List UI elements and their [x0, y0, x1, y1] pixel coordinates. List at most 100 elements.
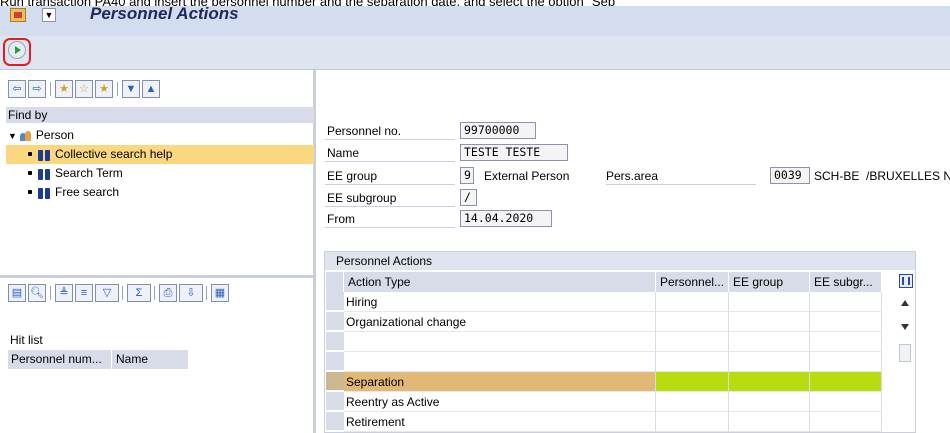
expand-icon[interactable]: ▼	[122, 80, 140, 98]
expand-triangle-icon[interactable]: ▼	[8, 131, 17, 141]
row-selector[interactable]	[326, 352, 344, 371]
pers-area-text: SCH-BE /BRUXELLES NOH	[814, 169, 950, 183]
personnel-no-label: Personnel no.	[325, 122, 455, 140]
bullet	[28, 189, 32, 194]
row-selector[interactable]	[326, 292, 344, 311]
bullet	[28, 170, 32, 175]
table-cell	[656, 352, 729, 372]
table-scrollbar[interactable]	[897, 292, 913, 432]
add-favorite-icon[interactable]: ★	[55, 80, 73, 98]
binoculars-icon	[38, 168, 51, 180]
name-label: Name	[325, 144, 455, 162]
column-header-name[interactable]: Name	[112, 350, 188, 369]
row-selector-selected[interactable]	[326, 372, 344, 391]
column-settings-icon[interactable]	[899, 274, 913, 288]
table-cell	[656, 332, 729, 352]
hit-list-label: Hit list	[10, 333, 43, 347]
filter-icon[interactable]: ▽	[95, 284, 119, 302]
table-cell	[729, 292, 810, 312]
personnel-no-field[interactable]: 99700000	[460, 122, 536, 139]
table-row-action[interactable]: Retirement	[344, 412, 656, 432]
print-icon[interactable]: ⎙	[159, 284, 177, 302]
table-row-action[interactable]: Hiring	[344, 292, 656, 312]
tree-item-person[interactable]: ▼ Person	[6, 126, 314, 145]
find-by-header: Find by	[6, 107, 314, 123]
table-cell	[729, 392, 810, 412]
back-arrow-icon[interactable]: ⇦	[8, 80, 26, 98]
table-cell	[810, 412, 882, 432]
scroll-thumb[interactable]	[899, 344, 911, 362]
binoculars-icon	[38, 187, 51, 199]
title-bar: ▼ Personnel Actions	[0, 4, 950, 36]
navigation-toolbar: ⇦ ⇨ ★ ☆ ★ ▼ ▲	[8, 80, 308, 102]
find-icon[interactable]: 🔍︎	[28, 284, 46, 302]
table-row-action[interactable]	[344, 332, 656, 352]
forward-arrow-icon[interactable]: ⇨	[28, 80, 46, 98]
column-header-personnel-number[interactable]: Personnel num...	[8, 350, 112, 369]
hit-list-toolbar: ▤ 🔍︎ ≜ ≡ ▽ Σ ⎙ ⇩ ▦	[8, 284, 318, 304]
table-cell-selected	[729, 372, 810, 392]
collapse-icon[interactable]: ▲	[142, 80, 160, 98]
person-icon	[19, 130, 32, 141]
table-cell	[810, 392, 882, 412]
tree-item-free-search[interactable]: Free search	[6, 183, 314, 202]
edit-favorite-icon[interactable]: ★	[95, 80, 113, 98]
sort-ascending-icon[interactable]: ≜	[55, 284, 73, 302]
hit-list-header: Personnel num... Name	[8, 350, 188, 369]
page-title: Personnel Actions	[90, 4, 239, 23]
tree-item-search-term[interactable]: Search Term	[6, 164, 314, 183]
scroll-up-icon[interactable]	[901, 300, 909, 306]
details-icon[interactable]: ▤	[8, 284, 26, 302]
toolbar-divider	[154, 286, 155, 300]
object-manager-panel: ⇦ ⇨ ★ ☆ ★ ▼ ▲ Find by ▼ Person Collective…	[0, 70, 316, 433]
sap-menu-icon[interactable]	[10, 8, 26, 22]
toolbar-divider	[206, 286, 207, 300]
pers-area-label: Pers.area	[606, 168, 756, 185]
column-header-ee-group[interactable]: EE group	[729, 272, 810, 292]
binoculars-icon	[38, 149, 51, 161]
sum-icon[interactable]: Σ	[127, 284, 151, 302]
tree-item-collective-search-help[interactable]: Collective search help	[6, 145, 314, 164]
table-row-action-selected[interactable]: Separation	[344, 372, 656, 392]
table-row-action[interactable]: Organizational change	[344, 312, 656, 332]
toolbar-divider	[122, 286, 123, 300]
from-date-field[interactable]: 14.04.2020	[460, 210, 552, 227]
application-toolbar	[0, 36, 950, 70]
table-cell	[656, 392, 729, 412]
table-cell	[656, 412, 729, 432]
highlight-circle	[3, 38, 31, 66]
export-icon[interactable]: ⇩	[179, 284, 203, 302]
toolbar-divider	[50, 82, 51, 96]
bullet	[28, 151, 32, 156]
ee-group-code: 9	[460, 167, 474, 184]
column-header-personnel[interactable]: Personnel...	[656, 272, 729, 292]
layout-icon[interactable]: ▦	[211, 284, 229, 302]
column-header-action-type[interactable]: Action Type	[344, 272, 656, 292]
ee-group-label: EE group	[325, 167, 455, 185]
row-selector[interactable]	[326, 332, 344, 351]
ee-group-text: External Person	[484, 169, 570, 183]
toolbar-divider	[50, 286, 51, 300]
table-cell	[810, 352, 882, 372]
dropdown-arrow-icon[interactable]: ▼	[42, 8, 56, 22]
column-header-ee-subgroup[interactable]: EE subgr...	[810, 272, 882, 292]
from-date-label: From	[325, 210, 455, 228]
table-cell	[810, 292, 882, 312]
table-cell	[810, 332, 882, 352]
row-selector[interactable]	[326, 392, 344, 411]
row-selector[interactable]	[326, 412, 344, 431]
select-all-header[interactable]	[326, 272, 344, 292]
sort-descending-icon[interactable]: ≡	[75, 284, 93, 302]
table-cell	[656, 312, 729, 332]
table-cell	[729, 412, 810, 432]
name-field: TESTE TESTE	[460, 144, 568, 161]
table-cell	[729, 352, 810, 372]
favorite-icon[interactable]: ☆	[75, 80, 93, 98]
table-row-action[interactable]: Reentry as Active	[344, 392, 656, 412]
scroll-down-icon[interactable]	[901, 324, 909, 330]
ee-subgroup-label: EE subgroup	[325, 189, 455, 207]
ee-subgroup-code: /	[460, 189, 477, 206]
row-selector[interactable]	[326, 312, 344, 331]
table-row-action[interactable]	[344, 352, 656, 372]
panel-splitter[interactable]	[0, 275, 316, 278]
